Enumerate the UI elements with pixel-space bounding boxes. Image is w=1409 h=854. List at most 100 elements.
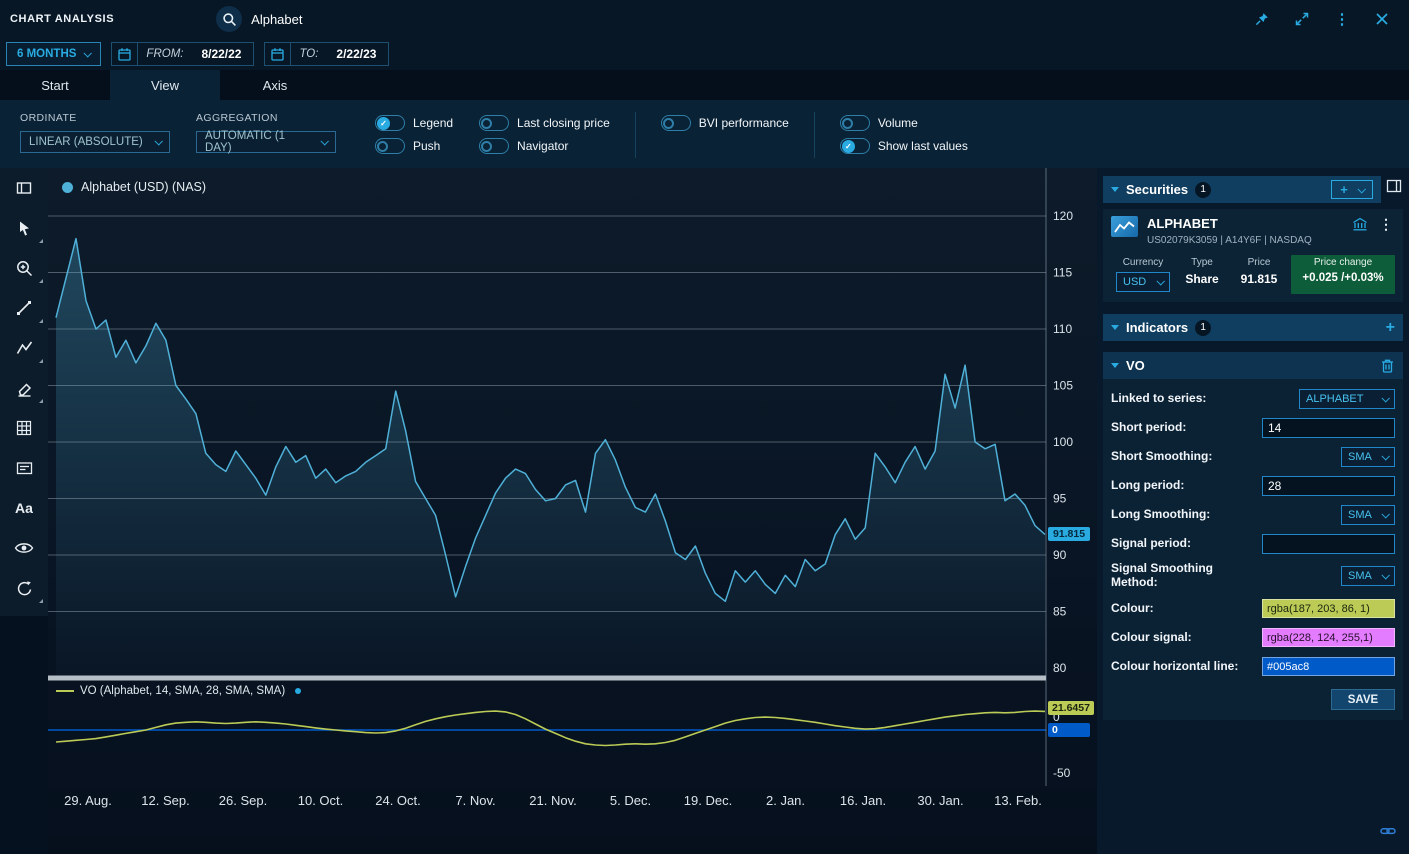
- aggregation-label: AGGREGATION: [196, 112, 336, 124]
- text-tool-icon[interactable]: Aa: [0, 488, 48, 528]
- securities-header[interactable]: Securities 1 +: [1103, 176, 1381, 203]
- vo-header[interactable]: VO: [1103, 352, 1403, 379]
- price-label: Price: [1248, 257, 1271, 268]
- linked-series-select[interactable]: ALPHABET: [1299, 389, 1395, 409]
- signal-period-label: Signal period:: [1111, 537, 1191, 551]
- delete-indicator-icon[interactable]: [1380, 358, 1395, 374]
- visibility-tool-icon[interactable]: [0, 528, 48, 568]
- add-indicator-button[interactable]: +: [1386, 319, 1395, 337]
- toggle-bvi-switch: ✓: [661, 115, 691, 131]
- security-kebab-icon[interactable]: ⋮: [1379, 216, 1393, 246]
- vo-title: VO: [1126, 358, 1145, 373]
- panel-toggle-icon[interactable]: [0, 168, 48, 208]
- exchange-bank-icon[interactable]: [1352, 217, 1368, 246]
- ribbon-tabs: Start View Axis: [0, 70, 1409, 100]
- trendline-tool-icon[interactable]: [0, 288, 48, 328]
- view-ribbon: ORDINATE LINEAR (ABSOLUTE) AGGREGATION A…: [0, 100, 1409, 168]
- pin-icon[interactable]: [1253, 10, 1271, 28]
- kebab-menu-icon[interactable]: ⋮: [1333, 10, 1351, 28]
- link-icon[interactable]: [1380, 824, 1396, 843]
- toggle-navigator-label: Navigator: [517, 139, 568, 153]
- reset-rotate-tool-icon[interactable]: [0, 568, 48, 608]
- price-change-label: Price change: [1314, 257, 1372, 268]
- colour-hline-row: Colour horizontal line:: [1111, 652, 1395, 681]
- vo-indicator-legend[interactable]: VO (Alphabet, 14, SMA, 28, SMA, SMA): [56, 685, 301, 697]
- save-button[interactable]: SAVE: [1331, 689, 1395, 710]
- ordinate-group: ORDINATE LINEAR (ABSOLUTE): [20, 112, 170, 153]
- colour-input[interactable]: [1262, 599, 1395, 618]
- signal-smoothing-select[interactable]: SMA: [1341, 566, 1395, 586]
- horizontal-line-badge: 0: [1048, 723, 1090, 737]
- price-chart[interactable]: 120115110105100959085800-5029. Aug.12. S…: [48, 168, 1097, 818]
- cursor-tool-icon[interactable]: [0, 208, 48, 248]
- short-period-input[interactable]: [1262, 418, 1395, 438]
- security-card[interactable]: ALPHABET US02079K3059 | A14Y6F | NASDAQ …: [1103, 209, 1403, 302]
- linked-series-value: ALPHABET: [1306, 393, 1363, 405]
- aggregation-select[interactable]: AUTOMATIC (1 DAY): [196, 131, 336, 153]
- svg-text:30. Jan.: 30. Jan.: [917, 793, 963, 808]
- price-series-legend[interactable]: Alphabet (USD) (NAS): [62, 180, 206, 194]
- toggle-legend-label: Legend: [413, 116, 453, 130]
- close-icon[interactable]: [1373, 10, 1391, 28]
- panel-layout-icon[interactable]: [1386, 179, 1402, 196]
- range-select[interactable]: 6 MONTHS: [6, 42, 101, 66]
- add-security-button[interactable]: +: [1331, 180, 1373, 199]
- vo-form: Linked to series: ALPHABET Short period:…: [1103, 379, 1403, 681]
- svg-text:24. Oct.: 24. Oct.: [375, 793, 421, 808]
- indicators-header[interactable]: Indicators 1 +: [1103, 314, 1403, 341]
- short-smoothing-label: Short Smoothing:: [1111, 450, 1212, 464]
- toggle-last-closing-price[interactable]: ✓ Last closing price: [479, 112, 610, 134]
- vo-legend-dot: [295, 688, 301, 694]
- tab-axis[interactable]: Axis: [220, 70, 330, 100]
- maximize-icon[interactable]: [1293, 10, 1311, 28]
- colour-hline-input[interactable]: [1262, 657, 1395, 676]
- vo-legend-label: VO (Alphabet, 14, SMA, 28, SMA, SMA): [80, 685, 285, 697]
- datebar: 6 MONTHS FROM: 8/22/22 TO: 2/22/23: [0, 38, 1409, 70]
- toggle-show-last-values[interactable]: ✓ Show last values: [840, 135, 968, 157]
- range-value: 6 MONTHS: [17, 48, 76, 60]
- legend-panel-tool-icon[interactable]: [0, 448, 48, 488]
- chart-canvas[interactable]: 120115110105100959085800-5029. Aug.12. S…: [48, 168, 1097, 854]
- toggle-bvi-performance[interactable]: ✓ BVI performance: [661, 112, 789, 134]
- vo-color-swatch: [56, 690, 74, 692]
- short-smoothing-select[interactable]: SMA: [1341, 447, 1395, 467]
- indicators-count-badge: 1: [1195, 320, 1211, 336]
- ordinate-select[interactable]: LINEAR (ABSOLUTE): [20, 131, 170, 153]
- currency-select[interactable]: USD: [1116, 272, 1170, 292]
- chart-analysis-window: CHART ANALYSIS Alphabet ⋮ 6 MONTHS: [0, 0, 1409, 854]
- search-icon[interactable]: [216, 6, 242, 32]
- tab-view[interactable]: View: [110, 70, 220, 100]
- symbol-search-input[interactable]: Alphabet: [251, 12, 302, 27]
- ordinate-label: ORDINATE: [20, 112, 170, 124]
- to-calendar-button[interactable]: [265, 43, 291, 65]
- toggle-push[interactable]: ✓ Push: [375, 135, 453, 157]
- grid-tool-icon[interactable]: [0, 408, 48, 448]
- save-row: SAVE: [1103, 681, 1403, 712]
- toggle-volume[interactable]: ✓ Volume: [840, 112, 968, 134]
- long-smoothing-select[interactable]: SMA: [1341, 505, 1395, 525]
- to-date-input[interactable]: 2/22/23: [324, 47, 376, 61]
- tab-start[interactable]: Start: [0, 70, 110, 100]
- svg-text:13. Feb.: 13. Feb.: [994, 793, 1042, 808]
- eraser-tool-icon[interactable]: [0, 368, 48, 408]
- signal-period-input[interactable]: [1262, 534, 1395, 554]
- toggle-column-1: ✓ Legend ✓ Push: [375, 112, 453, 157]
- toggle-volume-label: Volume: [878, 116, 918, 130]
- polyline-tool-icon[interactable]: [0, 328, 48, 368]
- security-chart-icon: [1111, 216, 1138, 237]
- from-calendar-button[interactable]: [112, 43, 138, 65]
- long-smoothing-row: Long Smoothing: SMA: [1111, 500, 1395, 529]
- toggle-legend[interactable]: ✓ Legend: [375, 112, 453, 134]
- colour-signal-label: Colour signal:: [1111, 631, 1192, 645]
- type-cell: Type Share: [1177, 255, 1227, 294]
- chevron-down-icon: [84, 49, 92, 57]
- long-period-input[interactable]: [1262, 476, 1395, 496]
- svg-text:-50: -50: [1053, 766, 1071, 780]
- toggle-show-last-switch: ✓: [840, 138, 870, 154]
- svg-text:10. Oct.: 10. Oct.: [298, 793, 344, 808]
- toggle-navigator[interactable]: ✓ Navigator: [479, 135, 610, 157]
- zoom-in-tool-icon[interactable]: [0, 248, 48, 288]
- security-detail-grid: Currency USD Type Share Price 91.815: [1111, 255, 1395, 294]
- colour-signal-input[interactable]: [1262, 628, 1395, 647]
- from-date-input[interactable]: 8/22/22: [189, 47, 241, 61]
